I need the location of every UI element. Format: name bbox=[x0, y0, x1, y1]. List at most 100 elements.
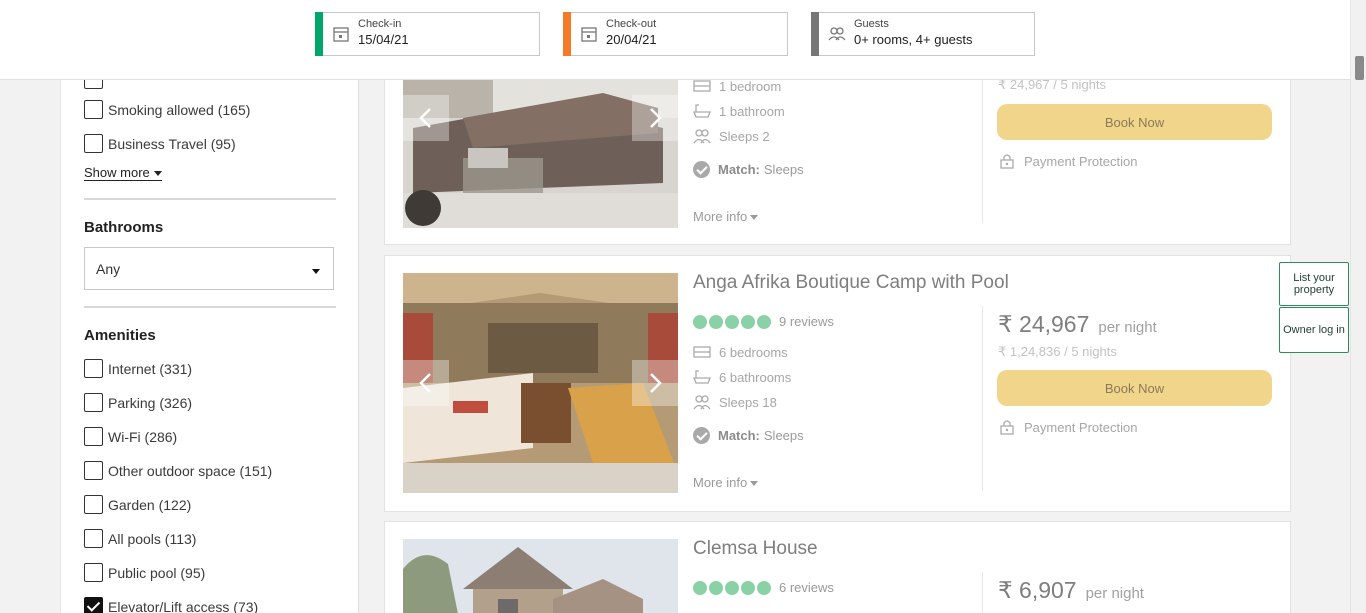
house-exterior-photo bbox=[403, 539, 678, 613]
more-info-link[interactable]: More info bbox=[693, 475, 759, 490]
match-label: Match: bbox=[718, 162, 760, 177]
price-amount: ₹ 24,967 bbox=[998, 311, 1090, 337]
listing-title[interactable]: Clemsa House bbox=[693, 538, 818, 560]
amenity-label: All pools (113) bbox=[108, 530, 197, 547]
listing-card[interactable]: Clemsa House 6 reviews ₹ 6,907 per night bbox=[384, 521, 1291, 613]
amenity-label: Other outdoor space (151) bbox=[108, 462, 273, 479]
feature-label: 1 bedroom bbox=[719, 78, 782, 94]
chevron-left-icon bbox=[419, 373, 431, 393]
checkin-accent bbox=[315, 12, 323, 56]
list-property-button[interactable]: List your property bbox=[1279, 262, 1349, 306]
guests-label: Guests bbox=[854, 18, 889, 30]
caret-down-icon bbox=[312, 269, 320, 274]
photo-next-button[interactable] bbox=[632, 360, 678, 406]
amenity-public-pool[interactable]: Public pool (95) bbox=[84, 563, 205, 582]
checkin-field[interactable]: Check-in 15/04/21 bbox=[315, 12, 540, 56]
show-more-link[interactable]: Show more bbox=[84, 165, 162, 181]
owner-login-button[interactable]: Owner log in bbox=[1279, 307, 1349, 353]
checkbox[interactable] bbox=[84, 427, 103, 446]
chevron-right-icon bbox=[650, 108, 662, 128]
amenities-title: Amenities bbox=[84, 327, 156, 344]
lock-icon bbox=[1000, 154, 1014, 169]
more-info-link[interactable]: More info bbox=[693, 209, 759, 224]
filter-item-smoking[interactable]: Smoking allowed (165) bbox=[84, 100, 250, 119]
match-value: Sleeps bbox=[763, 162, 804, 177]
guests-field[interactable]: Guests 0+ rooms, 4+ guests bbox=[811, 12, 1035, 56]
divider bbox=[84, 198, 336, 200]
chevron-right-icon bbox=[650, 373, 662, 393]
checkout-field[interactable]: Check-out 20/04/21 bbox=[563, 12, 788, 56]
photo-next-button[interactable] bbox=[632, 95, 678, 141]
feature-bedrooms: 1 bedroom bbox=[693, 78, 781, 94]
rating-dot bbox=[709, 314, 723, 329]
rating: 6 reviews bbox=[693, 580, 834, 595]
feature-sleeps: Sleeps 18 bbox=[693, 394, 777, 410]
rating-dot bbox=[757, 580, 771, 595]
check-circle-icon bbox=[693, 427, 710, 444]
match-value: Sleeps bbox=[763, 428, 804, 443]
amenity-label: Garden (122) bbox=[108, 496, 192, 513]
rating: 9 reviews bbox=[693, 314, 834, 329]
match-label: Match: bbox=[718, 428, 760, 443]
listing-card[interactable]: Anga Afrika Boutique Camp with Pool 9 re… bbox=[384, 255, 1291, 512]
bathrooms-select[interactable]: Any bbox=[84, 247, 334, 290]
book-now-button[interactable]: Book Now bbox=[997, 370, 1272, 406]
search-bar: Check-in 15/04/21 Check-out 20/04/21 Gue… bbox=[0, 0, 1350, 80]
checkbox[interactable] bbox=[84, 495, 103, 514]
checkbox-checked[interactable] bbox=[84, 597, 103, 613]
divider bbox=[982, 572, 983, 613]
filter-label: Business Travel (95) bbox=[108, 135, 236, 152]
nightly-price: ₹ 24,967 per night bbox=[998, 311, 1157, 338]
scrollbar-thumb[interactable] bbox=[1355, 56, 1364, 80]
amenity-label: Parking (326) bbox=[108, 394, 193, 411]
feature-label: 1 bathroom bbox=[719, 103, 785, 119]
checkout-value: 20/04/21 bbox=[606, 32, 657, 47]
amenity-parking[interactable]: Parking (326) bbox=[84, 393, 192, 412]
people-icon bbox=[828, 27, 846, 41]
listing-photo[interactable] bbox=[403, 273, 678, 493]
amenity-outdoor[interactable]: Other outdoor space (151) bbox=[84, 461, 272, 480]
feature-bedrooms: 6 bedrooms bbox=[693, 344, 788, 360]
checkbox[interactable] bbox=[84, 134, 103, 153]
rating-dot bbox=[693, 580, 707, 595]
caret-down-icon bbox=[750, 215, 759, 221]
amenity-label: Elevator/Lift access (73) bbox=[108, 598, 259, 613]
review-count[interactable]: 6 reviews bbox=[779, 580, 834, 595]
rating-dot bbox=[741, 314, 755, 329]
listing-title[interactable]: Anga Afrika Boutique Camp with Pool bbox=[693, 272, 1009, 294]
checkbox[interactable] bbox=[84, 529, 103, 548]
calendar-icon bbox=[581, 27, 597, 42]
filter-item-business[interactable]: Business Travel (95) bbox=[84, 134, 236, 153]
page-scrollbar[interactable] bbox=[1350, 0, 1366, 613]
rating-dot bbox=[693, 314, 707, 329]
guests-accent bbox=[811, 12, 819, 56]
feature-label: Sleeps 18 bbox=[719, 394, 777, 410]
check-circle-icon bbox=[693, 161, 710, 178]
match-indicator: Match: Sleeps bbox=[693, 161, 804, 178]
price-unit: per night bbox=[1098, 319, 1157, 336]
amenity-internet[interactable]: Internet (331) bbox=[84, 359, 192, 378]
checkbox[interactable] bbox=[84, 563, 103, 582]
checkbox[interactable] bbox=[84, 359, 103, 378]
amenity-garden[interactable]: Garden (122) bbox=[84, 495, 191, 514]
amenity-elevator[interactable]: Elevator/Lift access (73) bbox=[84, 597, 258, 613]
protection-label: Payment Protection bbox=[1024, 153, 1138, 169]
amenity-wifi[interactable]: Wi-Fi (286) bbox=[84, 427, 177, 446]
book-now-button[interactable]: Book Now bbox=[997, 104, 1272, 140]
more-info-label: More info bbox=[693, 475, 748, 490]
review-count[interactable]: 9 reviews bbox=[779, 314, 834, 329]
filter-label: Smoking allowed (165) bbox=[108, 101, 251, 118]
chevron-left-icon bbox=[419, 108, 431, 128]
caret-down-icon bbox=[153, 171, 162, 177]
checkbox[interactable] bbox=[84, 100, 103, 119]
listing-photo[interactable] bbox=[403, 539, 678, 613]
divider bbox=[982, 306, 983, 491]
checkbox[interactable] bbox=[84, 393, 103, 412]
photo-prev-button[interactable] bbox=[403, 95, 449, 141]
photo-prev-button[interactable] bbox=[403, 360, 449, 406]
rating-dot bbox=[709, 580, 723, 595]
amenity-label: Public pool (95) bbox=[108, 564, 206, 581]
nightly-price: ₹ 6,907 per night bbox=[998, 577, 1144, 604]
checkbox[interactable] bbox=[84, 461, 103, 480]
amenity-all-pools[interactable]: All pools (113) bbox=[84, 529, 196, 548]
